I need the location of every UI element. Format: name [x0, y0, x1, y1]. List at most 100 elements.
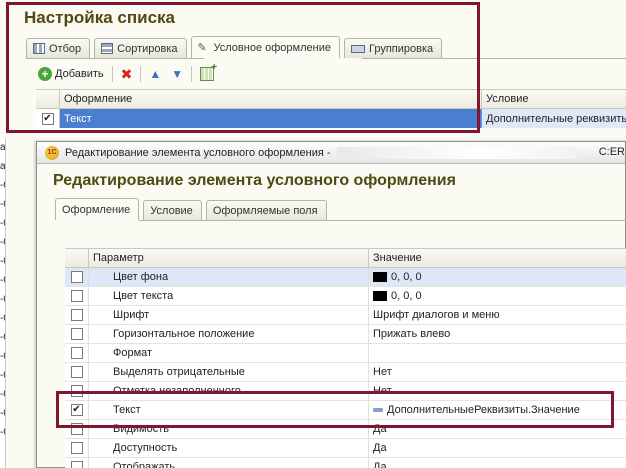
table-row[interactable]: Видимость Да [65, 420, 626, 439]
row-checkbox[interactable] [70, 290, 83, 302]
table-row[interactable]: ✔ Текст ДополнительныеРеквизиты.Значение [65, 401, 626, 420]
table-row[interactable]: Цвет фона 0, 0, 0 [65, 268, 626, 287]
row-parameter: Выделять отрицательные [89, 363, 369, 381]
tab-filter-label: Отбор [49, 42, 82, 55]
dialog-window-path: C:ER [598, 146, 625, 158]
row-checkbox[interactable] [70, 461, 83, 468]
table-row[interactable]: Доступность Да [65, 439, 626, 458]
row-value-cell[interactable]: Шрифт диалогов и меню [369, 306, 626, 324]
dialog-titlebar[interactable]: 1С Редактирование элемента условного офо… [37, 142, 625, 164]
list-settings-tabs: Отбор Сортировка ✎ Условное оформление Г… [26, 36, 446, 58]
left-edge-list-item: -0 [0, 427, 5, 438]
row-checkbox-cell: ✔ [36, 109, 60, 128]
row-value-cell[interactable]: Прижать влево [369, 325, 626, 343]
tab-condition[interactable]: Условие [143, 200, 202, 220]
row-checkbox[interactable] [70, 366, 83, 378]
row-value: Да [373, 423, 387, 435]
row-checkbox-cell [65, 306, 89, 324]
column-header-value[interactable]: Значение [369, 249, 626, 267]
row-value: Нет [373, 385, 392, 397]
row-value: Нет [373, 366, 392, 378]
left-edge-list-item: ас [0, 161, 6, 172]
row-parameter: Цвет текста [89, 287, 369, 305]
table-row[interactable]: Шрифт Шрифт диалогов и меню [65, 306, 626, 325]
column-header-appearance[interactable]: Оформление [60, 90, 482, 108]
row-checkbox[interactable] [70, 309, 83, 321]
table-row[interactable]: Горизонтальное положение Прижать влево [65, 325, 626, 344]
row-value-cell[interactable]: Да [369, 420, 626, 438]
row-checkbox-cell [65, 344, 89, 362]
row-value: Да [373, 461, 387, 468]
row-checkbox[interactable] [70, 385, 83, 397]
tab-sorting[interactable]: Сортировка [94, 38, 187, 58]
row-checkbox[interactable] [70, 442, 83, 454]
tab-formatted-fields[interactable]: Оформляемые поля [205, 200, 327, 220]
table-row[interactable]: Отметка незаполненного Нет [65, 382, 626, 401]
app-1c-icon: 1С [45, 145, 59, 160]
row-checkbox[interactable] [70, 271, 83, 283]
tab-formatted-fields-label: Оформляемые поля [212, 204, 318, 217]
row-checkbox[interactable]: ✔ [41, 112, 54, 125]
move-up-button[interactable]: ▲ [147, 65, 163, 83]
appearance-table-header: Оформление Условие [36, 90, 626, 109]
row-value-cell[interactable]: ДополнительныеРеквизиты.Значение [369, 401, 626, 419]
table-row[interactable]: ✔ Текст Дополнительные реквизиты [36, 109, 626, 128]
list-settings-title: Настройка списка [24, 8, 176, 27]
row-value-cell[interactable]: Да [369, 439, 626, 457]
row-parameter: Формат [89, 344, 369, 362]
row-value-cell[interactable]: Да [369, 458, 626, 468]
delete-button[interactable]: ✖ [119, 65, 135, 83]
left-edge-list-item: -0 [0, 275, 5, 286]
parameters-table-body: Цвет фона 0, 0, 0 Цвет текста 0, 0, 0 Шрифт Ш… [65, 268, 626, 468]
field-reference-icon [373, 408, 383, 412]
toolbar-separator [111, 66, 113, 82]
add-fields-button[interactable] [198, 62, 217, 83]
table-row[interactable]: Отображать Да [65, 458, 626, 468]
row-checkbox[interactable] [70, 328, 83, 340]
row-checkbox-cell [65, 458, 89, 468]
row-value-cell[interactable]: 0, 0, 0 [369, 268, 626, 286]
tab-filter[interactable]: Отбор [26, 38, 91, 58]
tab-appearance[interactable]: Оформление [55, 198, 140, 220]
group-icon [350, 44, 365, 53]
table-row[interactable]: Цвет текста 0, 0, 0 [65, 287, 626, 306]
row-value-cell[interactable]: 0, 0, 0 [369, 287, 626, 305]
left-edge-list-item: -0 [0, 199, 5, 210]
left-edge-list-item: -0 [0, 294, 5, 305]
left-edge-list-item: -0 [0, 313, 5, 324]
row-value-cell[interactable]: Нет [369, 382, 626, 400]
color-swatch [373, 291, 387, 301]
row-value: ДополнительныеРеквизиты.Значение [387, 404, 580, 416]
table-row[interactable]: Формат [65, 344, 626, 363]
row-value-cell[interactable]: Нет [369, 363, 626, 381]
column-header-condition[interactable]: Условие [482, 90, 626, 108]
table-row[interactable]: Выделять отрицательные Нет [65, 363, 626, 382]
left-edge-list-item: -0 [0, 180, 5, 191]
left-edge-list-item: -0 [0, 389, 5, 400]
brush-icon: ✎ [197, 41, 207, 54]
left-edge-list-item: -0 [0, 370, 5, 381]
left-edge-list-item: -0 [0, 256, 5, 267]
tab-grouping-label: Группировка [368, 42, 434, 55]
add-button[interactable]: + Добавить [36, 65, 106, 83]
tab-grouping[interactable]: Группировка [343, 38, 443, 58]
row-parameter: Цвет фона [89, 268, 369, 286]
left-edge-list-item: -0 [0, 218, 5, 229]
left-edge-list-item: -0 [0, 332, 5, 343]
row-checkbox[interactable] [70, 423, 83, 435]
left-edge-list: ас ас -0 -0 -0 -0 -0 -0 -0 -0 -0 -0 -0 -0 -0 -0 [0, 138, 6, 468]
row-checkbox-cell: ✔ [65, 401, 89, 419]
left-edge-list-item: ас [0, 142, 6, 153]
row-checkbox-cell [65, 287, 89, 305]
tab-conditional-appearance[interactable]: ✎ Условное оформление [190, 36, 340, 58]
appearance-table: Оформление Условие ✔ Текст Дополнительны… [36, 89, 626, 128]
row-checkbox[interactable] [70, 347, 83, 359]
row-checkbox[interactable]: ✔ [70, 404, 83, 416]
column-header-parameter[interactable]: Параметр [89, 249, 369, 267]
add-button-label: Добавить [55, 68, 104, 80]
list-settings-toolbar: + Добавить ✖ ▲ ▼ [36, 62, 217, 84]
move-down-button[interactable]: ▼ [169, 65, 185, 83]
row-appearance: Текст [60, 109, 482, 128]
redacted-title-area [336, 146, 577, 159]
row-value-cell[interactable] [369, 344, 626, 362]
